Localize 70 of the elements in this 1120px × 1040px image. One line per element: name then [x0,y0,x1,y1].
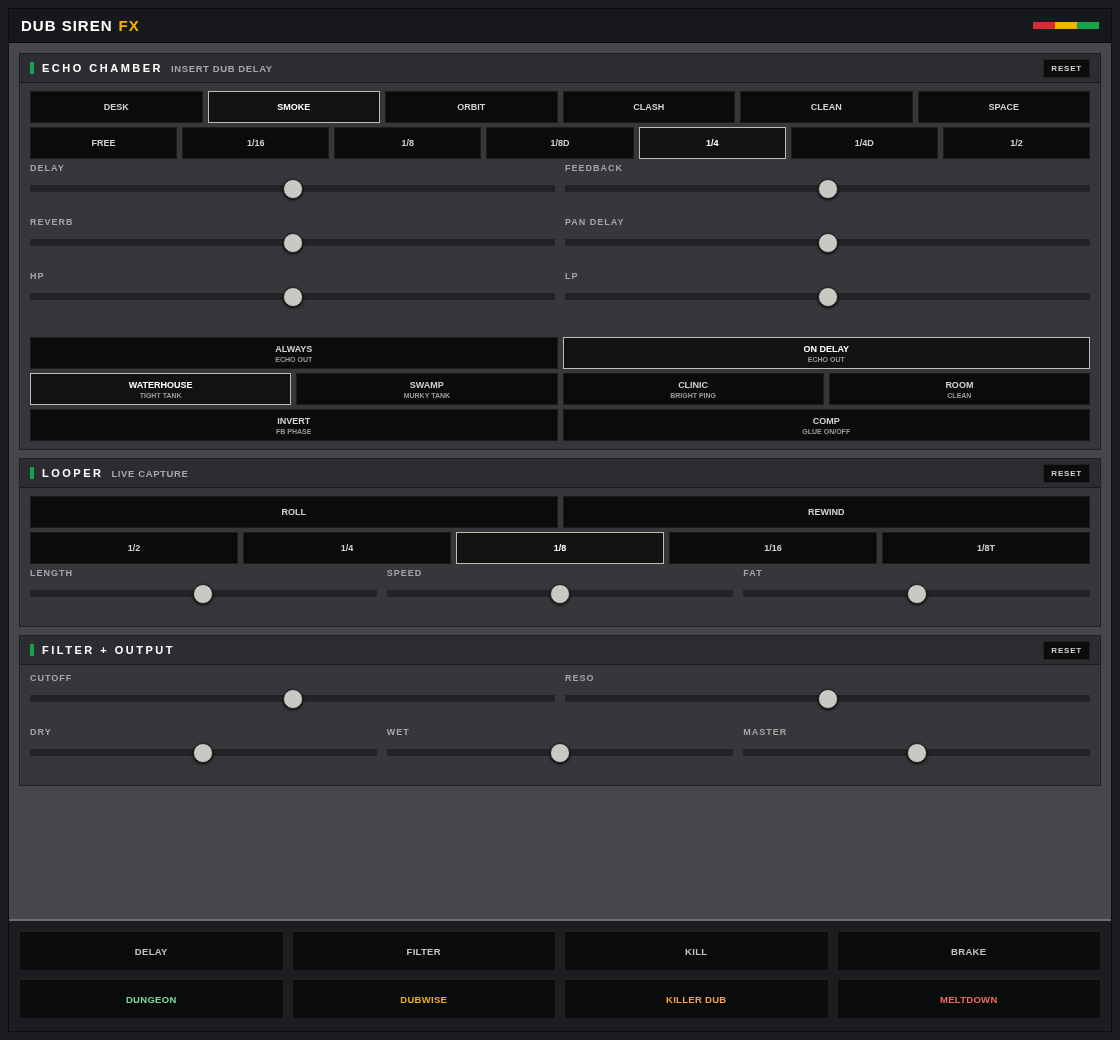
slider-label: WET [386,727,410,737]
panel-subtitle: INSERT DUB DELAY [171,62,273,74]
app-title: DUB SIREN [21,17,113,34]
slider-thumb[interactable] [282,232,303,253]
mode-button[interactable]: FREE [30,127,178,159]
mode-button[interactable]: CLASH [562,91,735,123]
slider-label: HP [30,271,45,281]
slider-thumb[interactable] [906,742,927,763]
mode-button[interactable]: 1/8T [882,532,1090,564]
slider-label: FAT [743,568,763,578]
mode-button[interactable]: 1/8 [334,127,482,159]
macro-button[interactable]: BRAKE [836,931,1101,971]
slider-label: CUTOFF [30,673,73,683]
mode-button[interactable]: 1/4D [790,127,938,159]
reset-button[interactable]: RESET [1043,58,1090,78]
slider-label: DRY [30,727,52,737]
slider-thumb[interactable] [906,583,927,604]
mode-button[interactable]: 1/2 [30,532,238,564]
slider-label: LP [565,271,579,281]
flag-icon [1033,22,1099,29]
macro-button[interactable]: DUNGEON [19,979,284,1019]
slider-label: RESO [565,673,595,683]
mode-button[interactable]: CLEAN [740,91,913,123]
slider-thumb[interactable] [817,178,838,199]
slider-label: REVERB [30,217,74,227]
slider-thumb[interactable] [817,232,838,253]
slider-label: LENGTH [30,568,73,578]
slider-thumb[interactable] [282,178,303,199]
panel-title: FILTER + OUTPUT [42,644,175,656]
indicator-bar-icon [30,62,34,74]
mode-button[interactable]: 1/8D [486,127,634,159]
mode-button[interactable]: 1/4 [638,127,786,159]
panel-title: LOOPER [42,467,104,479]
mode-button[interactable]: 1/16 [182,127,330,159]
macro-button[interactable]: DUBWISE [291,979,556,1019]
panel-title: ECHO CHAMBER [42,62,164,74]
mode-button[interactable]: REWIND [562,496,1090,528]
slider-thumb[interactable] [282,286,303,307]
mode-button[interactable]: 1/2 [942,127,1090,159]
slider-thumb[interactable] [817,688,838,709]
slider-label: PAN DELAY [565,217,625,227]
mode-button[interactable]: 1/8 [456,532,664,564]
mode-button[interactable]: SMOKE [207,91,380,123]
indicator-bar-icon [30,644,34,656]
indicator-bar-icon [30,467,34,479]
macro-button[interactable]: DELAY [19,931,284,971]
slider-label: DELAY [30,163,65,173]
macro-button[interactable]: FILTER [291,931,556,971]
slider-thumb[interactable] [550,742,570,763]
slider-thumb[interactable] [193,583,214,604]
slider-thumb[interactable] [550,583,570,604]
slider-label: MASTER [743,727,788,737]
macro-button[interactable]: KILLER DUB [564,979,829,1019]
slider-label: SPEED [386,568,423,578]
panel-subtitle: LIVE CAPTURE [111,467,189,479]
macro-button[interactable]: KILL [564,931,829,971]
slider-thumb[interactable] [193,742,214,763]
slider-thumb[interactable] [282,688,303,709]
app-title-accent: FX [118,17,140,34]
macro-button[interactable]: MELTDOWN [836,979,1101,1019]
reset-button[interactable]: RESET [1043,463,1090,483]
slider-label: FEEDBACK [565,163,623,173]
mode-button[interactable]: ORBIT [385,91,558,123]
reset-button[interactable]: RESET [1043,640,1090,660]
slider-thumb[interactable] [817,286,838,307]
mode-button[interactable]: DESK [30,91,203,123]
mode-button[interactable]: ROLL [30,496,558,528]
mode-button[interactable]: 1/16 [669,532,877,564]
mode-button[interactable]: SPACE [917,91,1090,123]
mode-button[interactable]: 1/4 [243,532,451,564]
